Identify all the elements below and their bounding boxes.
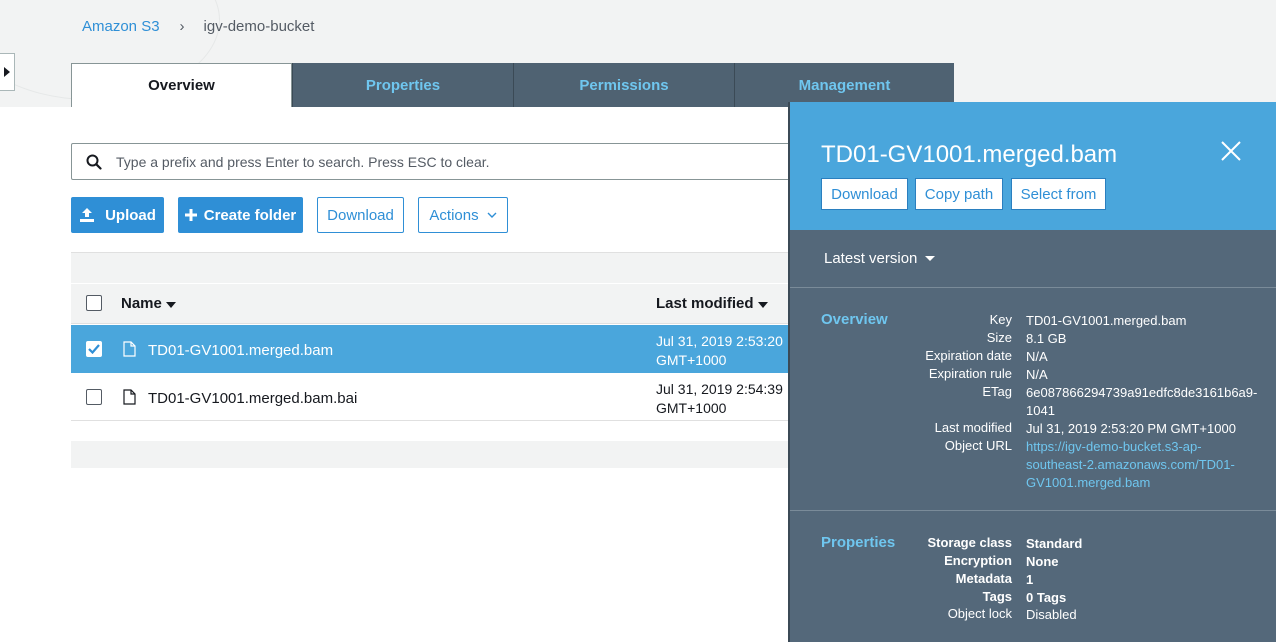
breadcrumb-current-bucket: igv-demo-bucket	[203, 18, 315, 35]
upload-icon	[80, 208, 95, 222]
plus-icon	[184, 209, 197, 221]
table-bottom-strip	[71, 441, 791, 468]
key-value: TD01-GV1001.merged.bam	[1026, 313, 1187, 328]
version-label: Latest version	[824, 250, 918, 267]
table-row[interactable]: TD01-GV1001.merged.bam.bai Jul 31, 2019 …	[71, 373, 791, 421]
table-top-strip	[71, 252, 791, 283]
table-row[interactable]: TD01-GV1001.merged.bam Jul 31, 2019 2:53…	[71, 325, 791, 373]
metadata-value: 1	[1026, 572, 1034, 587]
table-header: Name Last modified	[71, 284, 791, 324]
breadcrumb: Amazon S3 › igv-demo-bucket	[82, 18, 314, 35]
size-label: Size	[986, 330, 1012, 345]
url-line: https://igv-demo-bucket.s3-ap-	[1026, 439, 1202, 454]
overview-heading: Overview	[821, 311, 888, 328]
file-name[interactable]: TD01-GV1001.merged.bam.bai	[148, 390, 357, 407]
breadcrumb-amazon-s3-link[interactable]: Amazon S3	[82, 18, 160, 35]
column-header-name[interactable]: Name	[121, 295, 177, 312]
panel-title: TD01-GV1001.merged.bam	[821, 141, 1118, 168]
timezone-line: GMT+1000	[656, 352, 727, 368]
expand-arrow-icon	[4, 67, 10, 77]
etag-label: ETag	[982, 384, 1012, 399]
expiration-rule-label: Expiration rule	[928, 366, 1012, 381]
timezone-line: GMT+1000	[656, 400, 727, 416]
panel-download-button[interactable]: Download	[821, 178, 908, 210]
object-detail-panel: TD01-GV1001.merged.bam Download Copy pat…	[788, 102, 1276, 642]
last-modified-value: Jul 31, 2019 2:54:39 GMT+1000	[656, 380, 783, 418]
chevron-down-icon	[487, 212, 497, 218]
etag-value: 6e087866294739a91edfc8de3161b6a9- 1041	[1026, 384, 1266, 420]
actions-label: Actions	[429, 206, 479, 224]
tab-management[interactable]: Management	[734, 63, 954, 107]
etag-line: 1041	[1026, 403, 1055, 418]
file-icon	[123, 341, 136, 357]
storage-class-label: Storage class	[927, 535, 1012, 550]
actions-dropdown[interactable]: Actions	[418, 197, 508, 233]
sort-caret-icon	[166, 302, 177, 308]
etag-line: 6e087866294739a91edfc8de3161b6a9-	[1026, 385, 1258, 400]
search-box	[71, 143, 811, 180]
check-icon	[88, 344, 100, 354]
date-line: Jul 31, 2019 2:54:39	[656, 381, 783, 397]
version-dropdown[interactable]: Latest version	[824, 250, 936, 267]
tags-label: Tags	[982, 589, 1012, 604]
encryption-value: None	[1026, 554, 1059, 569]
properties-heading: Properties	[821, 534, 896, 551]
tab-overview[interactable]: Overview	[71, 63, 292, 107]
sidebar-toggle-button[interactable]	[0, 53, 15, 91]
create-folder-label: Create folder	[203, 206, 297, 224]
object-url-label: Object URL	[944, 438, 1012, 453]
search-icon	[72, 154, 116, 170]
row-checkbox[interactable]	[86, 341, 102, 357]
select-all-checkbox[interactable]	[86, 295, 102, 311]
expiration-date-label: Expiration date	[925, 348, 1012, 363]
caret-down-icon	[925, 256, 936, 261]
search-input[interactable]	[116, 153, 810, 170]
tags-value: 0 Tags	[1026, 590, 1067, 605]
copy-path-button[interactable]: Copy path	[915, 178, 1003, 210]
divider	[790, 287, 1276, 288]
url-line: southeast-2.amazonaws.com/TD01-	[1026, 457, 1235, 472]
last-modified-label: Last modified	[934, 420, 1012, 435]
last-modified-value: Jul 31, 2019 2:53:20 GMT+1000	[656, 332, 783, 370]
toolbar: Upload Create folder Download Actions	[71, 197, 522, 233]
row-checkbox[interactable]	[86, 389, 102, 405]
tab-bar: Overview Properties Permissions Manageme…	[71, 63, 954, 107]
url-line: GV1001.merged.bam	[1026, 475, 1151, 490]
breadcrumb-separator: ›	[179, 18, 185, 35]
key-label: Key	[989, 312, 1012, 327]
column-header-last-modified[interactable]: Last modified	[656, 295, 768, 312]
panel-header: TD01-GV1001.merged.bam Download Copy pat…	[790, 102, 1276, 230]
upload-label: Upload	[105, 206, 156, 224]
upload-button[interactable]: Upload	[71, 197, 164, 233]
object-lock-label: Object lock	[947, 606, 1012, 621]
expiration-rule-value: N/A	[1026, 367, 1048, 382]
metadata-label: Metadata	[955, 571, 1012, 586]
last-modified-detail-value: Jul 31, 2019 2:53:20 PM GMT+1000	[1026, 421, 1236, 436]
tab-permissions[interactable]: Permissions	[513, 63, 734, 107]
close-icon[interactable]	[1220, 140, 1242, 162]
create-folder-button[interactable]: Create folder	[178, 197, 303, 233]
storage-class-value: Standard	[1026, 536, 1083, 551]
select-from-button[interactable]: Select from	[1011, 178, 1106, 210]
sort-caret-icon	[757, 302, 768, 308]
column-last-modified-label: Last modified	[656, 295, 754, 312]
tab-properties[interactable]: Properties	[292, 63, 513, 107]
column-name-label: Name	[121, 295, 162, 312]
download-button[interactable]: Download	[317, 197, 404, 233]
object-url-link[interactable]: https://igv-demo-bucket.s3-ap- southeast…	[1026, 438, 1266, 492]
divider	[790, 510, 1276, 511]
size-value: 8.1 GB	[1026, 331, 1067, 346]
file-name[interactable]: TD01-GV1001.merged.bam	[148, 342, 333, 359]
object-lock-value: Disabled	[1026, 607, 1077, 622]
date-line: Jul 31, 2019 2:53:20	[656, 333, 783, 349]
encryption-label: Encryption	[944, 553, 1012, 568]
file-icon	[123, 389, 136, 405]
expiration-date-value: N/A	[1026, 349, 1048, 364]
